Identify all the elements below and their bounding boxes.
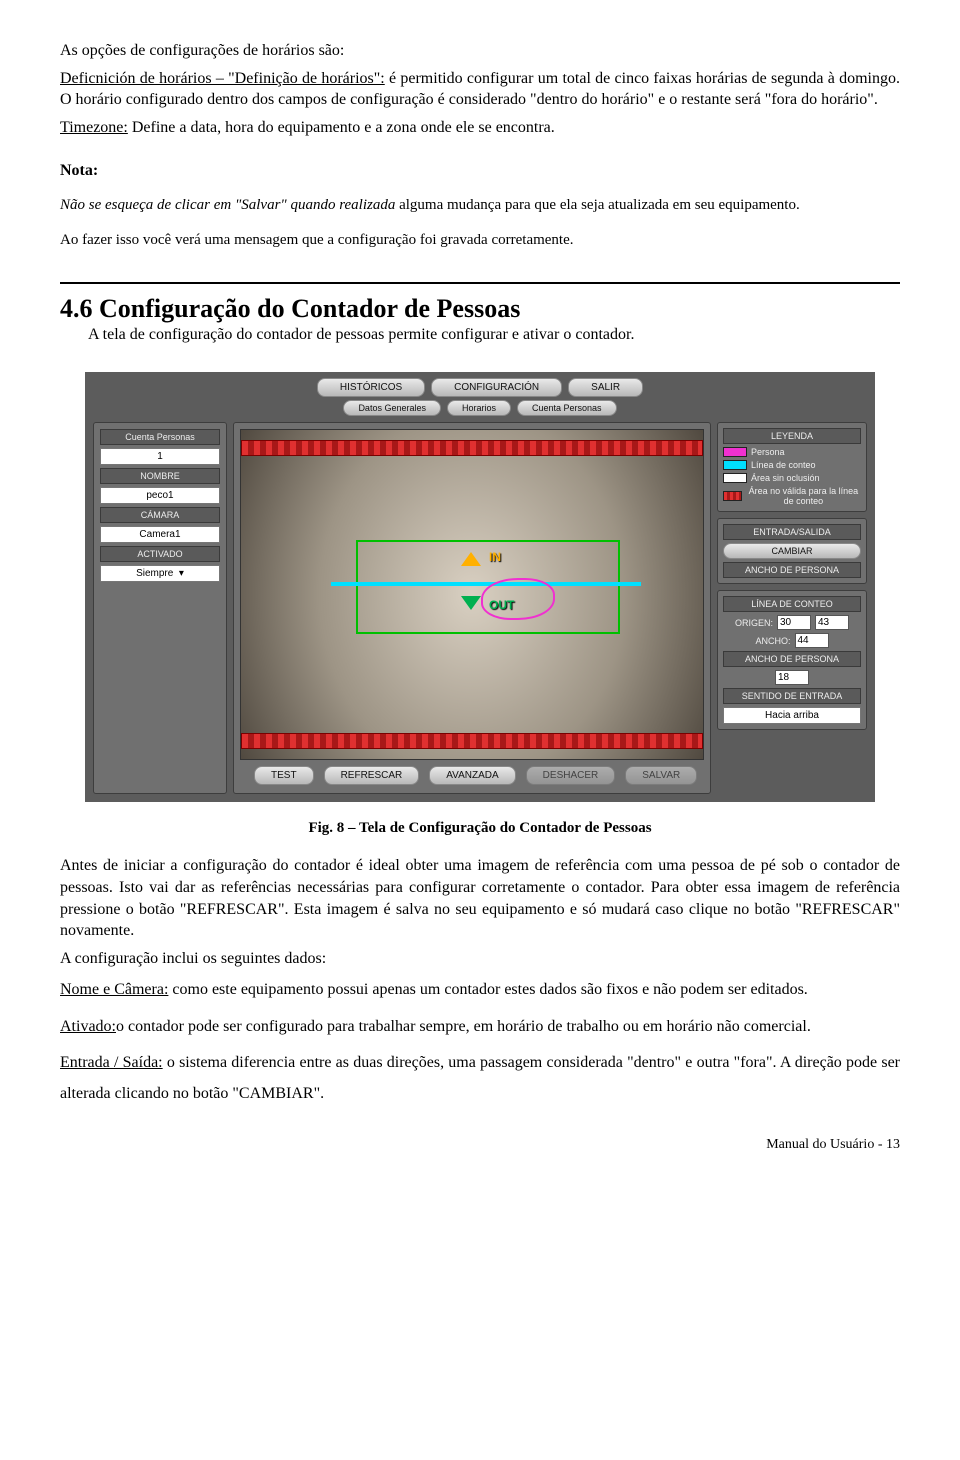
page-footer: Manual do Usuário - 13 <box>60 1137 900 1153</box>
tab-datos-generales[interactable]: Datos Generales <box>343 400 441 416</box>
test-button[interactable]: TEST <box>254 766 314 785</box>
ativado-head: Ativado: <box>60 1018 116 1035</box>
invalid-zone-bottom <box>241 733 703 749</box>
note-line1: Não se esqueça de clicar em "Salvar" qua… <box>60 196 900 216</box>
invalid-zone-top <box>241 440 703 456</box>
entrada-saida-head: Entrada / Saída: <box>60 1054 163 1071</box>
tab-cuenta-personas[interactable]: Cuenta Personas <box>517 400 617 416</box>
entrada-salida-box: ENTRADA/SALIDA CAMBIAR ANCHO DE PERSONA <box>717 518 867 584</box>
nome-camera-head: Nome e Câmera: <box>60 981 168 998</box>
in-label: IN <box>489 550 501 564</box>
section-desc: A tela de configuração do contador de pe… <box>88 326 900 344</box>
nome-camera-rest: como este equipamento possui apenas um c… <box>168 981 807 998</box>
legend-linea: Línea de conteo <box>751 460 816 470</box>
nav-configuracion[interactable]: CONFIGURACIÓN <box>431 378 562 397</box>
def-horarios-head: Deficnición de horários – "Definição de … <box>60 70 385 87</box>
after-p2: A configuração inclui os seguintes dados… <box>60 948 900 970</box>
note-line1b: alguma mudança para que ela seja atualiz… <box>395 197 799 213</box>
nav-historicos[interactable]: HISTÓRICOS <box>317 378 425 397</box>
lc-ancho-value[interactable]: 44 <box>795 633 829 648</box>
avanzada-button[interactable]: AVANZADA <box>429 766 515 785</box>
note-line1a: Não se esqueça de clicar em "Salvar" qua… <box>60 197 395 213</box>
count-line[interactable] <box>331 582 641 586</box>
lc-origen-y[interactable]: 43 <box>815 615 849 630</box>
left-panel: Cuenta Personas 1 NOMBRE peco1 CÁMARA Ca… <box>93 422 227 794</box>
lc-origen-x[interactable]: 30 <box>777 615 811 630</box>
section-title: 4.6 Configuração do Contador de Pessoas <box>60 294 900 324</box>
nav-salir[interactable]: SALIR <box>568 378 643 397</box>
timezone-para: Timezone: Define a data, hora do equipam… <box>60 117 900 139</box>
lc-origen-label: ORIGEN: <box>735 618 773 628</box>
def-horarios-para: Deficnición de horários – "Definição de … <box>60 68 900 111</box>
swatch-invalid-icon <box>723 491 742 501</box>
lc-sentido-select[interactable]: Hacia arriba <box>723 707 861 724</box>
swatch-linea-icon <box>723 460 747 470</box>
es-ancho-label: ANCHO DE PERSONA <box>723 562 861 578</box>
out-label: OUT <box>489 598 514 612</box>
legend-box: LEYENDA Persona Línea de conteo Área sin… <box>717 422 867 512</box>
lc-ancho-label: ANCHO: <box>755 636 790 646</box>
after-p1: Antes de iniciar a configuração do conta… <box>60 855 900 941</box>
legend-title: LEYENDA <box>723 428 861 444</box>
legend-persona: Persona <box>751 447 785 457</box>
input-nombre[interactable]: peco1 <box>100 487 220 504</box>
out-arrow-icon <box>461 596 481 610</box>
deshacer-button[interactable]: DESHACER <box>526 766 616 785</box>
note-line2: Ao fazer isso você verá uma mensagem que… <box>60 231 900 251</box>
camera-view[interactable]: IN OUT <box>240 429 704 760</box>
label-cuenta-personas: Cuenta Personas <box>100 429 220 445</box>
linea-conteo-box: LÍNEA DE CONTEO ORIGEN: 30 43 ANCHO: 44 … <box>717 590 867 730</box>
label-nombre: NOMBRE <box>100 468 220 484</box>
top-nav: HISTÓRICOS CONFIGURACIÓN SALIR <box>85 372 875 400</box>
entrada-saida-rest: o sistema diferencia entre as duas direç… <box>60 1054 900 1101</box>
lc-ap-label: ANCHO DE PERSONA <box>723 651 861 667</box>
swatch-persona-icon <box>723 447 747 457</box>
entrada-saida-para: Entrada / Saída: o sistema diferencia en… <box>60 1048 900 1109</box>
figure-caption: Fig. 8 – Tela de Configuração do Contado… <box>60 820 900 837</box>
input-cuenta-personas[interactable]: 1 <box>100 448 220 465</box>
sub-nav: Datos Generales Horarios Cuenta Personas <box>85 400 875 422</box>
input-camara[interactable]: Camera1 <box>100 526 220 543</box>
label-activado: ACTIVADO <box>100 546 220 562</box>
note-line2-text: Ao fazer isso você verá uma mensagem que… <box>60 232 574 248</box>
bottom-toolbar: TEST REFRESCAR AVANZADA DESHACER SALVAR <box>234 766 710 793</box>
cambiar-button[interactable]: CAMBIAR <box>723 543 861 559</box>
screenshot-mock: HISTÓRICOS CONFIGURACIÓN SALIR Datos Gen… <box>85 372 875 802</box>
lc-ap-value[interactable]: 18 <box>775 670 809 685</box>
right-column: LEYENDA Persona Línea de conteo Área sin… <box>717 422 867 794</box>
select-activado[interactable]: Siempre ▾ <box>100 565 220 582</box>
salvar-button[interactable]: SALVAR <box>625 766 697 785</box>
ativado-rest: o contador pode ser configurado para tra… <box>116 1018 811 1035</box>
section-divider <box>60 282 900 284</box>
timezone-rest: Define a data, hora do equipamento e a z… <box>128 119 555 136</box>
nome-camera-para: Nome e Câmera: como este equipamento pos… <box>60 975 900 1005</box>
ativado-para: Ativado:o contador pode ser configurado … <box>60 1012 900 1042</box>
refrescar-button[interactable]: REFRESCAR <box>324 766 420 785</box>
es-title: ENTRADA/SALIDA <box>723 524 861 540</box>
swatch-area-icon <box>723 473 747 483</box>
label-camara: CÁMARA <box>100 507 220 523</box>
lc-sentido-label: SENTIDO DE ENTRADA <box>723 688 861 704</box>
intro-line: As opções de configurações de horários s… <box>60 40 900 62</box>
timezone-head: Timezone: <box>60 119 128 136</box>
center-panel: IN OUT TEST REFRESCAR AVANZADA DESHACER … <box>233 422 711 794</box>
note-head: Nota: <box>60 162 900 180</box>
legend-invalid: Área no válida para la línea de conteo <box>746 486 861 506</box>
lc-title: LÍNEA DE CONTEO <box>723 596 861 612</box>
legend-area: Área sin oclusión <box>751 473 820 483</box>
select-activado-value: Siempre <box>136 568 173 579</box>
tab-horarios[interactable]: Horarios <box>447 400 511 416</box>
in-arrow-icon <box>461 552 481 566</box>
